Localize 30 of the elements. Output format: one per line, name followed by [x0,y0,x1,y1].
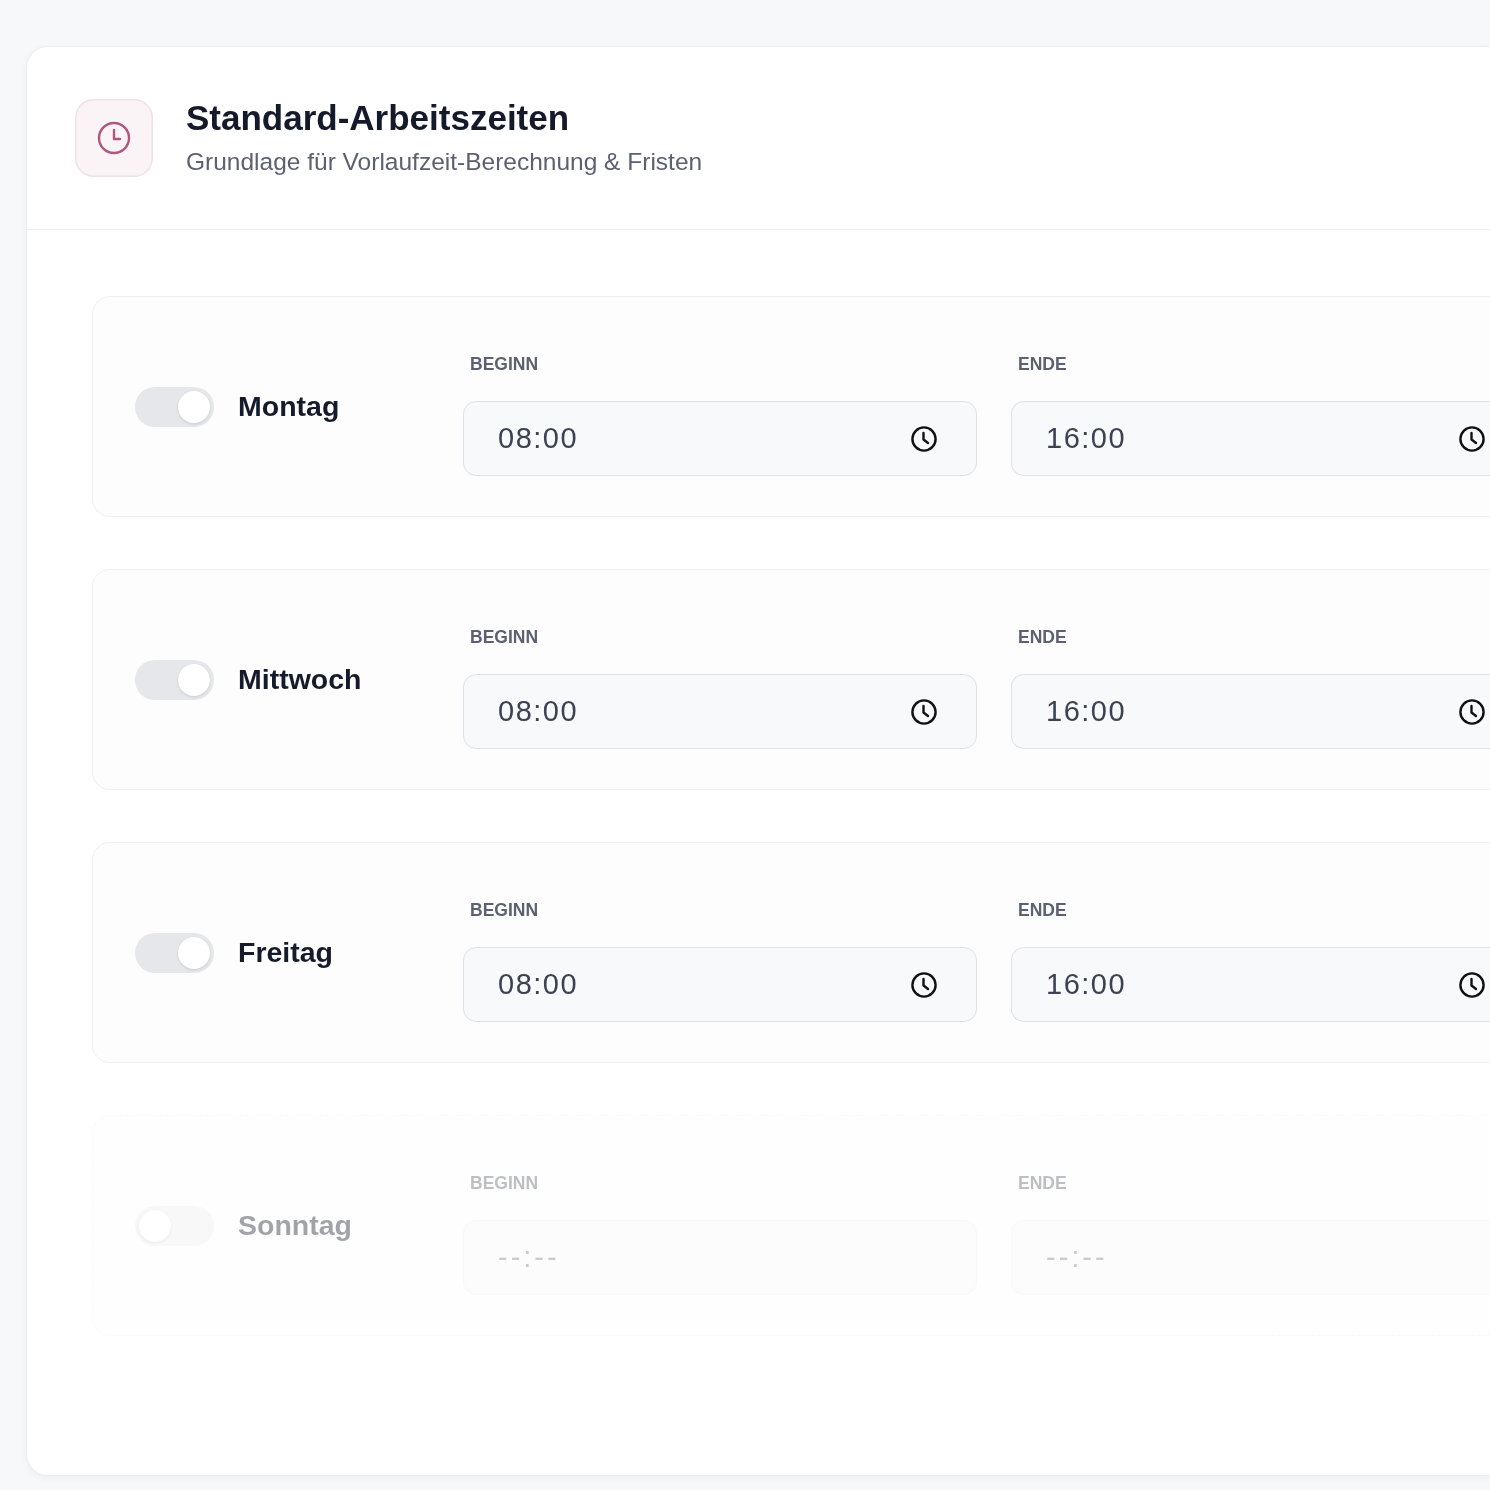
toggle-switch[interactable] [135,386,214,427]
day-label: Montag [238,389,340,425]
clock-icon[interactable] [1459,698,1485,725]
day-label: Freitag [238,935,334,971]
toggle-switch[interactable] [135,659,214,700]
clock-icon[interactable] [911,425,937,452]
field-label: BEGINN [470,1173,539,1193]
clock-icon [75,98,153,177]
time-input[interactable]: 16:00 [1011,674,1490,749]
time-input[interactable]: 08:00 [463,401,977,476]
clock-icon[interactable] [911,971,937,998]
clock-icon[interactable] [911,698,937,725]
time-input[interactable]: 08:00 [463,674,977,749]
clock-icon[interactable] [1459,971,1485,998]
field-label: ENDE [1018,627,1067,647]
field-label: ENDE [1018,900,1067,920]
field-label: BEGINN [470,354,539,374]
clock-icon[interactable] [1459,425,1485,452]
card-subtitle: Grundlage für Vorlaufzeit-Berechnung & Fristen [186,147,703,177]
day-label: Mittwoch [238,662,362,698]
toggle-switch[interactable] [135,932,214,973]
time-input[interactable]: 08:00 [463,947,977,1022]
field-label: BEGINN [470,627,539,647]
time-input[interactable]: 16:00 [1011,401,1490,476]
time-input[interactable]: 16:00 [1011,947,1490,1022]
field-label: ENDE [1018,1173,1067,1193]
field-label: ENDE [1018,354,1067,374]
card-title: Standard-Arbeitszeiten [186,98,571,138]
day-label: Sonntag [238,1208,352,1244]
field-label: BEGINN [470,900,539,920]
